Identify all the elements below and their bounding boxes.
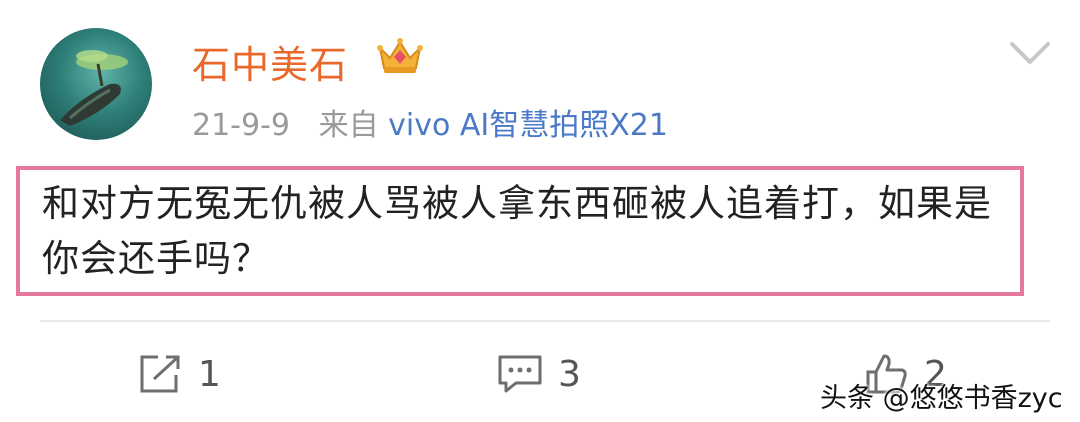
crown-badge-icon <box>376 36 424 76</box>
post-source[interactable]: vivo AI智慧拍照X21 <box>388 108 668 143</box>
comment-count: 3 <box>558 353 581 395</box>
comment-icon <box>498 355 542 393</box>
post-date: 21-9-9 <box>192 108 290 143</box>
post-content: 和对方无冤无仇被人骂被人拿东西砸被人追着打，如果是你会还手吗？ <box>42 182 992 280</box>
source-prefix: 来自 <box>318 108 379 143</box>
repost-button[interactable]: 1 <box>138 352 221 396</box>
post-content-highlight: 和对方无冤无仇被人骂被人拿东西砸被人追着打，如果是你会还手吗？ <box>16 166 1024 296</box>
divider <box>40 320 1050 322</box>
watermark: 头条 @悠悠书香zyc <box>820 383 1063 414</box>
post-meta: 21-9-9 来自 vivo AI智慧拍照X21 <box>192 100 668 144</box>
repost-icon <box>140 355 180 393</box>
comment-button[interactable]: 3 <box>496 352 581 396</box>
username[interactable]: 石中美石 <box>192 34 348 89</box>
avatar[interactable] <box>40 28 152 140</box>
repost-count: 1 <box>198 353 221 395</box>
chevron-down-icon[interactable] <box>1008 38 1052 68</box>
avatar-image <box>60 50 128 126</box>
